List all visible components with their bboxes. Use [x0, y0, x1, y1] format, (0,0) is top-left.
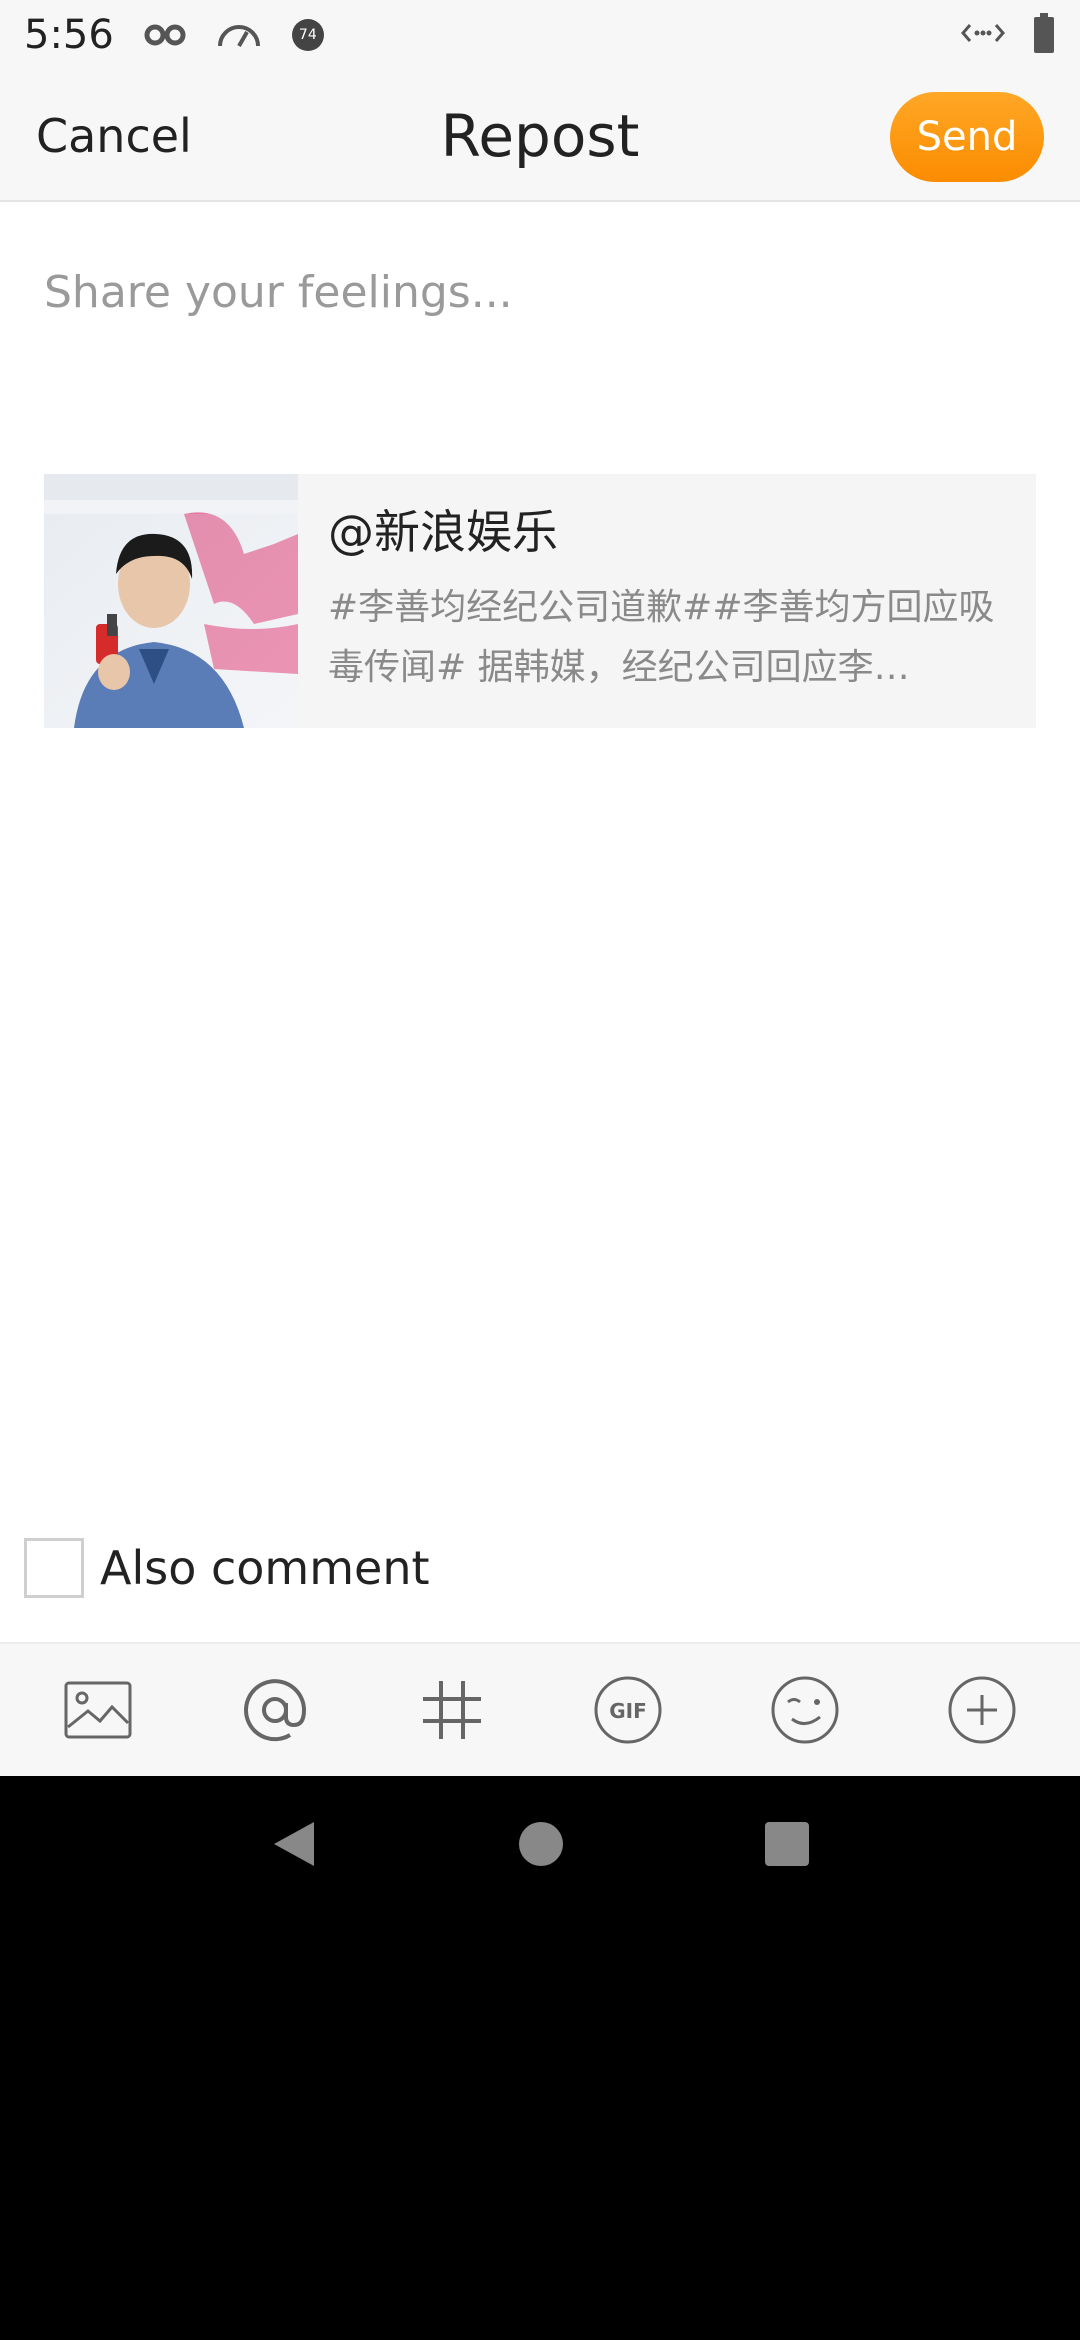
image-icon[interactable]	[53, 1665, 143, 1755]
also-comment-checkbox[interactable]	[24, 1538, 84, 1598]
status-time: 5:56	[24, 12, 114, 58]
quoted-post-text: @新浪娱乐 #李善均经纪公司道歉##李善均方回应吸毒传闻# 据韩媒，经纪公司回应…	[298, 474, 1036, 728]
bottom-area	[0, 1916, 1080, 2340]
also-comment-option[interactable]: Also comment	[24, 1538, 430, 1598]
quoted-post-card[interactable]: @新浪娱乐 #李善均经纪公司道歉##李善均方回应吸毒传闻# 据韩媒，经纪公司回应…	[44, 474, 1036, 728]
compose-area: @新浪娱乐 #李善均经纪公司道歉##李善均方回应吸毒传闻# 据韩媒，经纪公司回应…	[0, 202, 1080, 1642]
home-icon[interactable]	[518, 1821, 564, 1871]
add-icon[interactable]	[937, 1665, 1027, 1755]
svg-text:GIF: GIF	[610, 1699, 648, 1723]
status-right	[960, 13, 1056, 57]
quoted-post-thumbnail	[44, 474, 298, 728]
navigation-bar	[0, 1776, 1080, 1916]
data-sync-icon	[960, 20, 1006, 50]
mention-icon[interactable]	[230, 1665, 320, 1755]
quoted-post-author: @新浪娱乐	[328, 505, 558, 559]
emoji-icon[interactable]	[760, 1665, 850, 1755]
status-bar: 5:56 74	[0, 0, 1080, 70]
send-button[interactable]: Send	[890, 92, 1044, 182]
recents-icon[interactable]	[764, 1821, 810, 1871]
notification-badge-icon: 74	[291, 19, 324, 51]
app-header: Cancel Repost Send	[0, 70, 1080, 202]
also-comment-label: Also comment	[100, 1541, 430, 1595]
compose-toolbar: GIF	[0, 1642, 1080, 1776]
gif-icon[interactable]: GIF	[583, 1665, 673, 1755]
hashtag-icon[interactable]	[407, 1665, 497, 1755]
incognito-icon	[144, 23, 186, 47]
back-icon[interactable]	[270, 1818, 318, 1874]
quoted-post-excerpt: #李善均经纪公司道歉##李善均方回应吸毒传闻# 据韩媒，经纪公司回应李…	[328, 587, 995, 688]
feelings-input[interactable]	[44, 252, 1024, 332]
screen: 5:56 74 Cancel Repost Send Share your fe…	[0, 0, 1080, 2340]
speedometer-icon	[216, 20, 262, 50]
battery-icon	[1032, 13, 1056, 57]
notification-badge-text: 74	[298, 27, 317, 43]
